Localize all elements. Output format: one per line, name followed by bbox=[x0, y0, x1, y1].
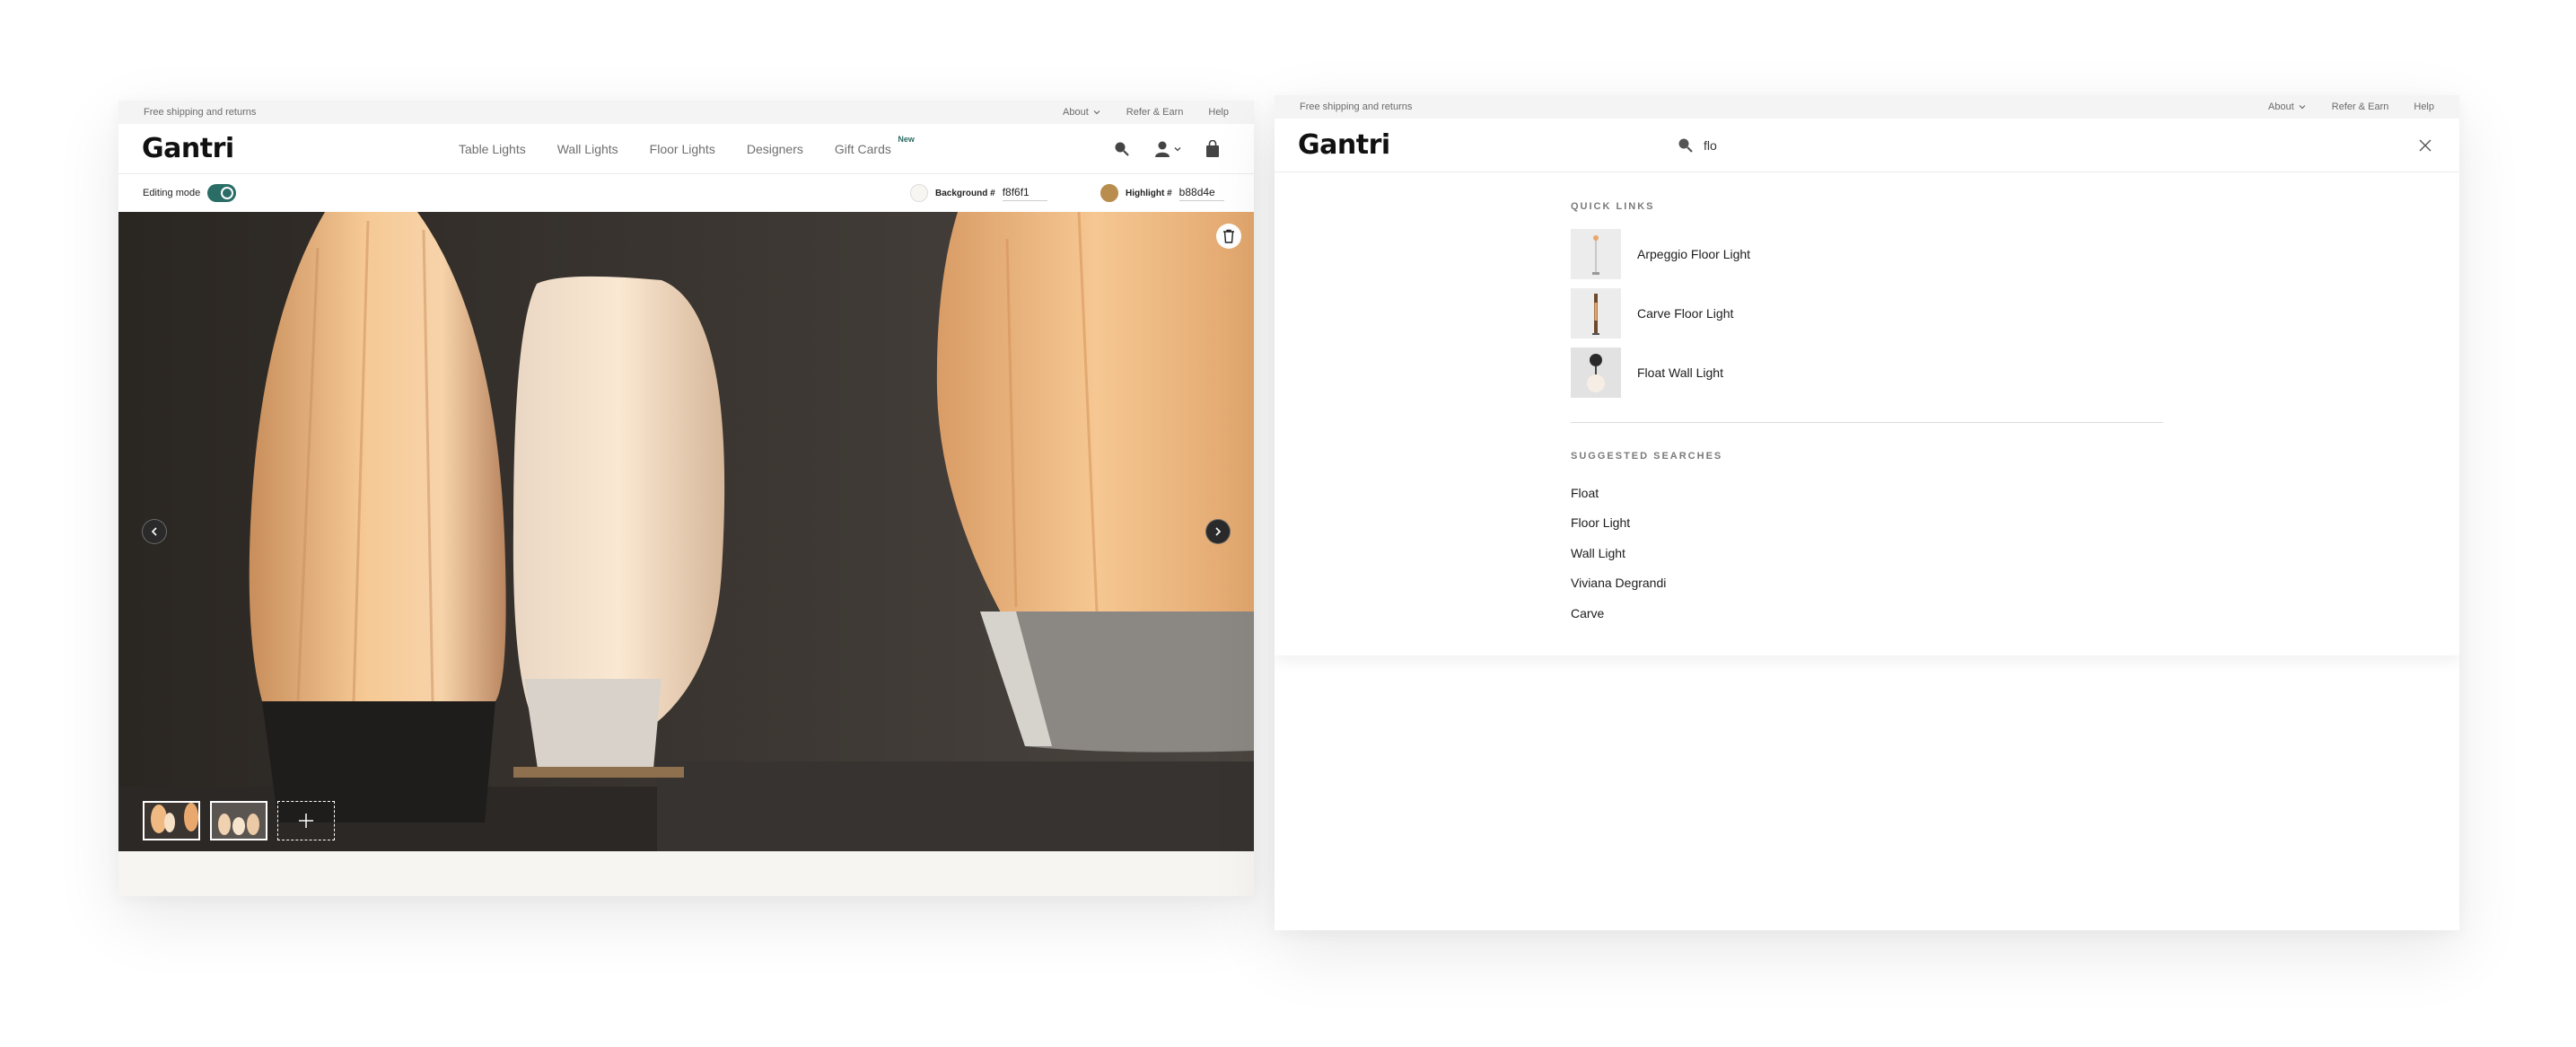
promo-bar: Free shipping and returns About Refer & … bbox=[1275, 95, 2459, 119]
suggested-search-item[interactable]: Viviana Degrandi bbox=[1571, 568, 1666, 599]
quick-link-carve[interactable]: Carve Floor Light bbox=[1571, 284, 1750, 343]
refer-earn-link[interactable]: Refer & Earn bbox=[2332, 101, 2389, 112]
quick-links-title: QUICK LINKS bbox=[1571, 201, 1655, 212]
highlight-input[interactable]: b88d4e bbox=[1178, 186, 1224, 201]
suggested-searches: Float Floor Light Wall Light Viviana Deg… bbox=[1571, 478, 1666, 629]
about-label: About bbox=[2268, 101, 2294, 112]
quick-link-float[interactable]: Float Wall Light bbox=[1571, 343, 1750, 402]
suggested-search-item[interactable]: Float bbox=[1571, 478, 1666, 508]
about-label: About bbox=[1063, 107, 1089, 118]
nav-wall-lights[interactable]: Wall Lights bbox=[557, 142, 618, 156]
plus-icon bbox=[299, 814, 313, 828]
chevron-down-icon bbox=[2299, 105, 2306, 110]
help-link[interactable]: Help bbox=[2414, 101, 2434, 112]
thumbnail-2[interactable] bbox=[210, 801, 267, 840]
delete-image-button[interactable] bbox=[1216, 224, 1241, 249]
suggested-search-item[interactable]: Floor Light bbox=[1571, 508, 1666, 539]
nav-gift-cards[interactable]: Gift Cards New bbox=[834, 135, 915, 156]
edit-bar: Editing mode Background # f8f6f1 Highlig… bbox=[118, 174, 1254, 212]
highlight-color-field: Highlight # b88d4e bbox=[1100, 184, 1224, 202]
chevron-down-icon bbox=[1093, 110, 1100, 115]
close-icon bbox=[2419, 139, 2431, 152]
promo-text: Free shipping and returns bbox=[144, 107, 257, 118]
thumbnail-1[interactable] bbox=[143, 801, 200, 840]
search-box bbox=[1677, 136, 1973, 154]
highlight-swatch[interactable] bbox=[1100, 184, 1118, 202]
search-results-panel: QUICK LINKS Arpeggio Floor Light Carve F… bbox=[1275, 172, 2459, 655]
promo-text: Free shipping and returns bbox=[1300, 101, 1413, 112]
chevron-right-icon bbox=[1215, 527, 1222, 536]
background-label: Background # bbox=[935, 188, 995, 198]
about-link[interactable]: About bbox=[1063, 107, 1101, 118]
quick-link-label: Arpeggio Floor Light bbox=[1637, 247, 1751, 261]
editor-window: Free shipping and returns About Refer & … bbox=[118, 101, 1254, 896]
top-links: About Refer & Earn Help bbox=[2268, 101, 2434, 112]
background-color-field: Background # f8f6f1 bbox=[910, 184, 1047, 202]
suggested-searches-title: SUGGESTED SEARCHES bbox=[1571, 451, 1723, 462]
nav-designers[interactable]: Designers bbox=[747, 142, 803, 156]
help-link[interactable]: Help bbox=[1208, 107, 1229, 118]
logo[interactable]: Gantri bbox=[1298, 129, 1390, 161]
about-link[interactable]: About bbox=[2268, 101, 2307, 112]
search-window: Free shipping and returns About Refer & … bbox=[1275, 95, 2459, 930]
top-links: About Refer & Earn Help bbox=[1063, 107, 1229, 118]
suggested-search-item[interactable]: Wall Light bbox=[1571, 538, 1666, 568]
quick-link-label: Float Wall Light bbox=[1637, 365, 1723, 380]
nav-gift-cards-label: Gift Cards bbox=[834, 141, 891, 156]
prev-slide-button[interactable] bbox=[142, 519, 167, 544]
quick-links: Arpeggio Floor Light Carve Floor Light F… bbox=[1571, 224, 1750, 402]
promo-bar: Free shipping and returns About Refer & … bbox=[118, 101, 1254, 124]
editing-mode: Editing mode bbox=[143, 184, 237, 202]
account-icon[interactable] bbox=[1154, 140, 1182, 158]
trash-icon bbox=[1223, 229, 1234, 243]
quick-link-arpeggio[interactable]: Arpeggio Floor Light bbox=[1571, 224, 1750, 284]
header-icons bbox=[1113, 139, 1220, 158]
editing-mode-label: Editing mode bbox=[143, 188, 201, 198]
logo[interactable]: Gantri bbox=[142, 133, 234, 164]
nav-table-lights[interactable]: Table Lights bbox=[459, 142, 526, 156]
main-nav: Table Lights Wall Lights Floor Lights De… bbox=[459, 135, 915, 156]
search-icon[interactable] bbox=[1113, 140, 1131, 158]
refer-earn-link[interactable]: Refer & Earn bbox=[1126, 107, 1184, 118]
hero-image bbox=[118, 212, 1254, 851]
chevron-left-icon bbox=[151, 527, 157, 536]
close-search-button[interactable] bbox=[2416, 136, 2434, 154]
lamp-photo bbox=[118, 212, 1254, 851]
suggested-search-item[interactable]: Carve bbox=[1571, 598, 1666, 629]
highlight-label: Highlight # bbox=[1126, 188, 1172, 198]
product-thumbnail bbox=[1571, 229, 1621, 279]
next-slide-button[interactable] bbox=[1205, 519, 1231, 544]
new-badge: New bbox=[898, 134, 915, 144]
search-header: Gantri bbox=[1275, 119, 2459, 172]
image-thumbnails bbox=[143, 801, 335, 840]
product-thumbnail bbox=[1571, 288, 1621, 339]
nav-floor-lights[interactable]: Floor Lights bbox=[650, 142, 715, 156]
search-icon bbox=[1678, 138, 1693, 153]
background-input[interactable]: f8f6f1 bbox=[1002, 186, 1047, 201]
product-thumbnail bbox=[1571, 348, 1621, 398]
cart-icon[interactable] bbox=[1205, 139, 1220, 158]
quick-link-label: Carve Floor Light bbox=[1637, 306, 1734, 321]
background-swatch[interactable] bbox=[910, 184, 928, 202]
divider bbox=[1571, 422, 2163, 423]
chevron-down-icon bbox=[1174, 146, 1181, 151]
main-header: Gantri Table Lights Wall Lights Floor Li… bbox=[118, 124, 1254, 174]
add-image-button[interactable] bbox=[277, 801, 335, 840]
editing-mode-toggle[interactable] bbox=[207, 184, 237, 202]
search-input[interactable] bbox=[1704, 137, 1973, 153]
